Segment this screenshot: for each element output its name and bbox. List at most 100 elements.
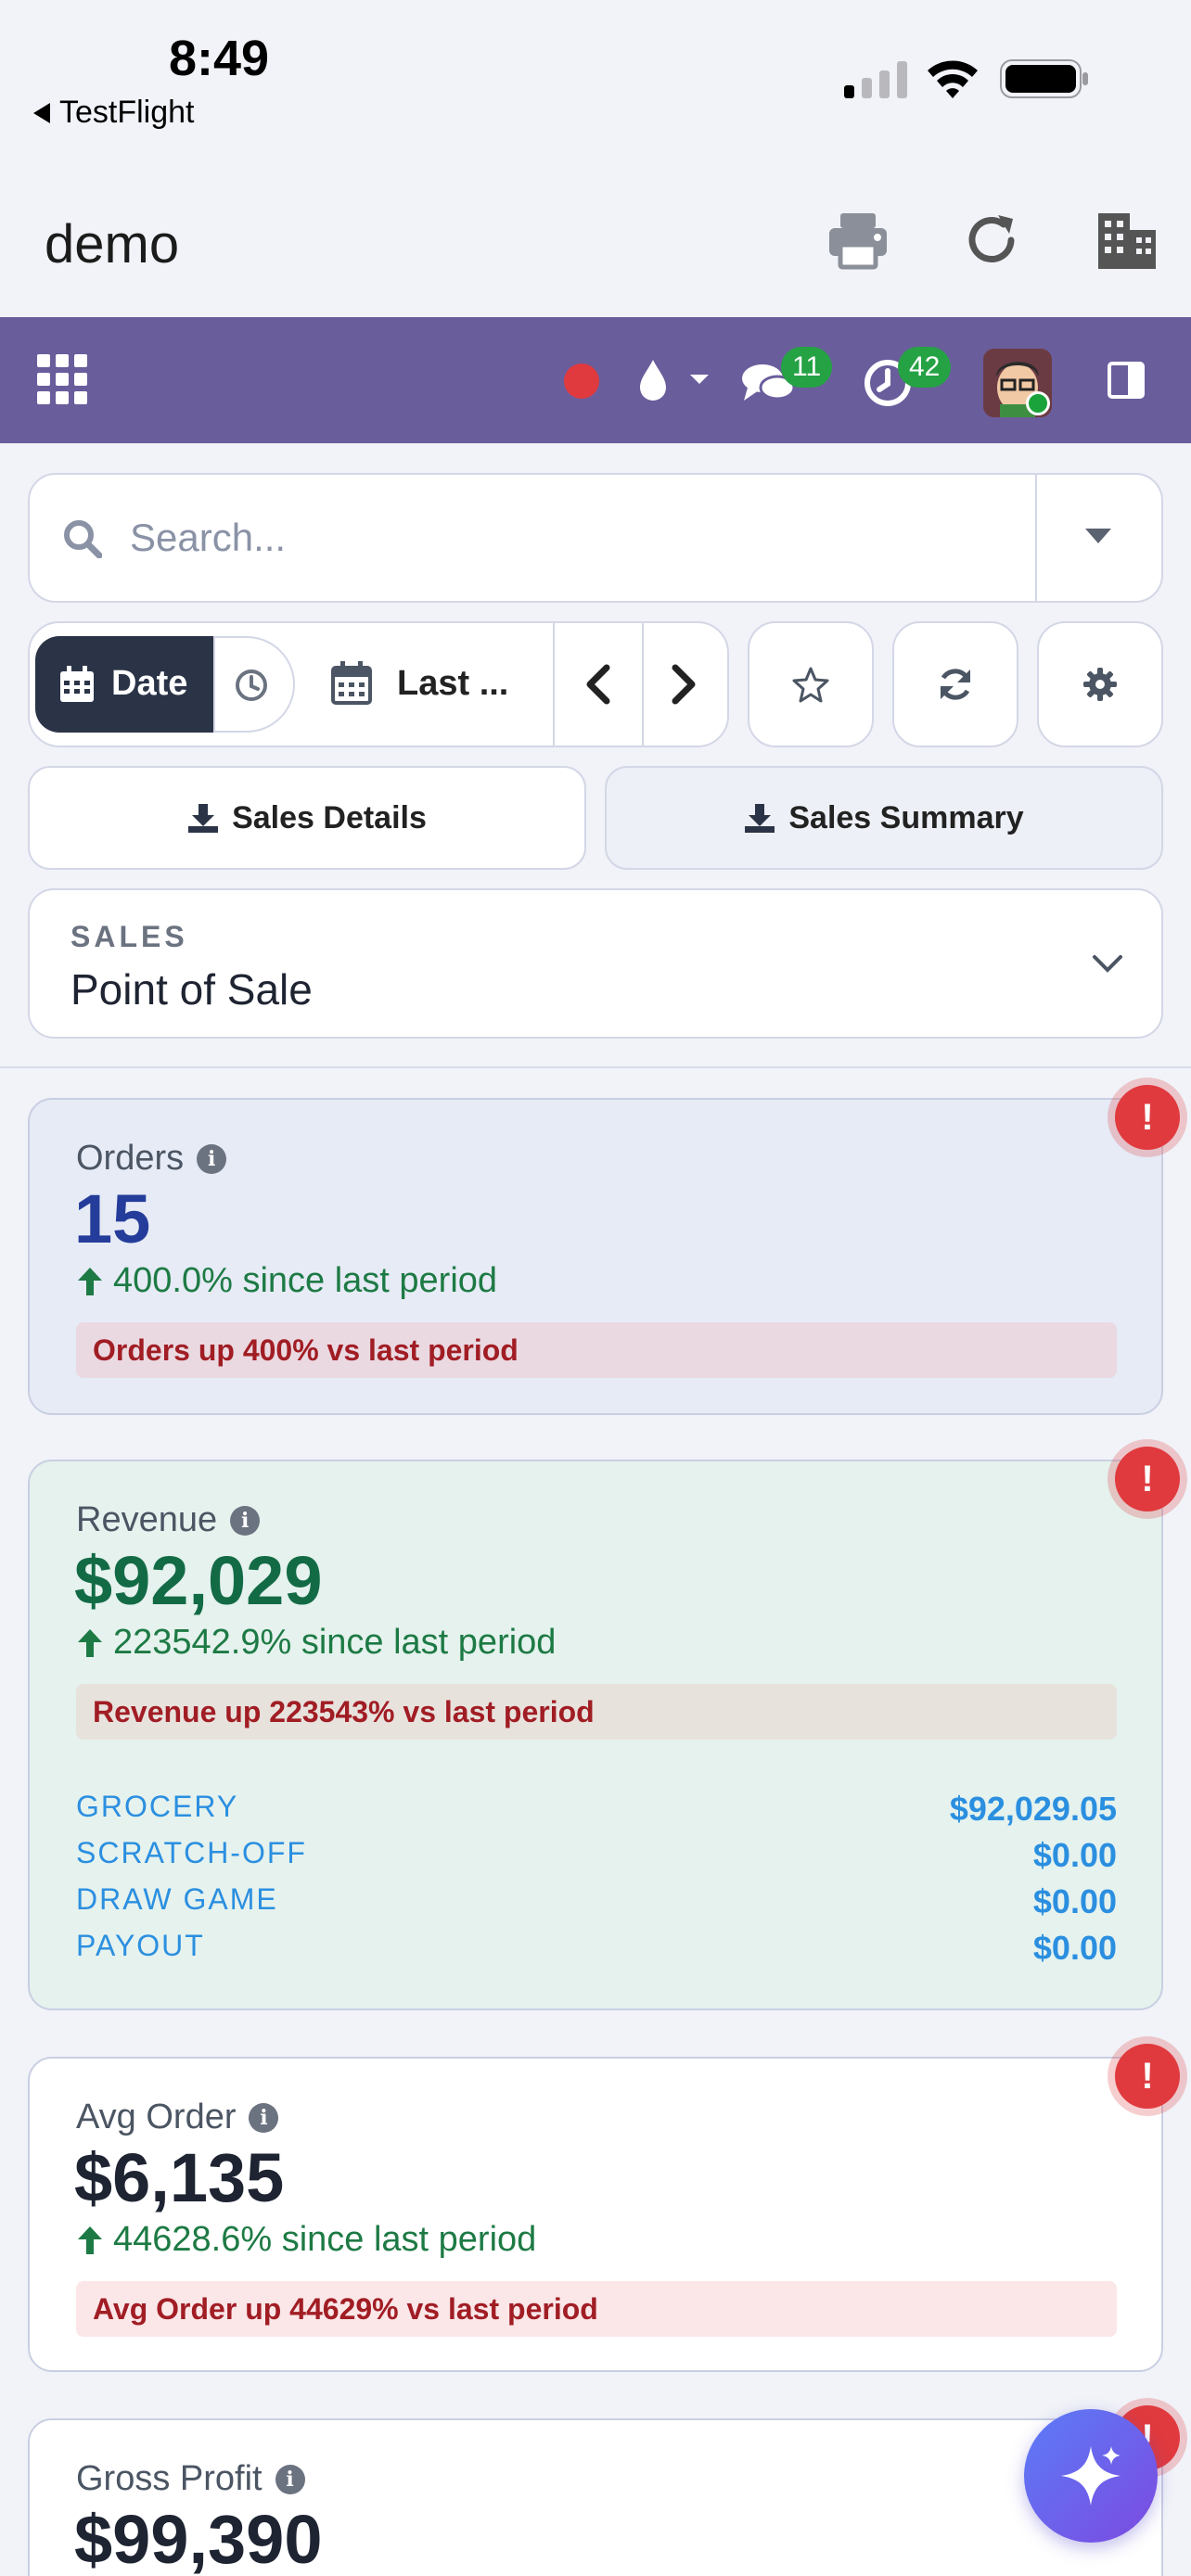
info-icon[interactable]: i xyxy=(275,2464,305,2494)
settings-button[interactable] xyxy=(1037,621,1163,747)
activities-count-badge: 42 xyxy=(898,347,952,388)
previous-period-chevron-icon[interactable] xyxy=(584,664,612,705)
calendar-icon xyxy=(60,666,94,702)
recording-status-dot[interactable] xyxy=(564,363,599,399)
gear-icon xyxy=(1083,668,1117,701)
date-range-dropdown[interactable]: Last ... xyxy=(397,664,508,704)
top-navbar: 11 42 xyxy=(0,317,1191,443)
info-icon[interactable]: i xyxy=(230,1505,261,1536)
sidebar-toggle-icon[interactable] xyxy=(1108,362,1145,399)
orders-title: Orders i xyxy=(76,1139,227,1179)
online-status-dot xyxy=(1026,391,1050,415)
gross-profit-title-text: Gross Profit xyxy=(76,2459,263,2498)
page-title: demo xyxy=(45,214,180,274)
breakdown-value: $0.00 xyxy=(1032,1929,1117,1967)
avg-order-value: $6,135 xyxy=(74,2139,285,2216)
user-avatar[interactable] xyxy=(983,349,1052,417)
ai-assistant-fab[interactable] xyxy=(1024,2409,1158,2543)
app-menu-grid-icon[interactable] xyxy=(37,354,87,404)
breakdown-value: $0.00 xyxy=(1032,1882,1117,1920)
divider xyxy=(642,623,644,746)
date-filter-group: Date Last ... xyxy=(28,621,729,747)
revenue-title-text: Revenue xyxy=(76,1500,218,1539)
orders-alert-icon[interactable]: ! xyxy=(1115,1085,1180,1150)
avg-order-alert-icon[interactable]: ! xyxy=(1115,2044,1180,2109)
reload-icon[interactable] xyxy=(959,208,1024,273)
avg-order-title: Avg Order i xyxy=(76,2098,279,2137)
breakdown-value: $0.00 xyxy=(1032,1836,1117,1874)
revenue-alert-banner: Revenue up 223543% vs last period xyxy=(76,1684,1117,1740)
revenue-change: 223542.9% since last period xyxy=(76,1623,556,1663)
wifi-icon xyxy=(928,60,978,98)
revenue-alert-icon[interactable]: ! xyxy=(1115,1447,1180,1511)
chevron-down-icon xyxy=(1093,955,1122,973)
arrow-up-icon xyxy=(78,1628,102,1657)
app-header: demo xyxy=(0,158,1191,317)
next-period-chevron-icon[interactable] xyxy=(670,664,698,705)
refresh-icon xyxy=(940,669,971,700)
orders-change: 400.0% since last period xyxy=(76,1261,497,1301)
date-filter-label: Date xyxy=(111,664,188,703)
download-icon xyxy=(188,804,219,833)
battery-icon xyxy=(1000,59,1088,98)
time-filter-button[interactable] xyxy=(213,636,295,733)
sales-summary-export-button[interactable]: Sales Summary xyxy=(605,766,1163,870)
gross-profit-value: $99,390 xyxy=(74,2501,323,2576)
point-of-sale-selector[interactable]: SALES Point of Sale xyxy=(28,888,1163,1039)
orders-change-text: 400.0% since last period xyxy=(113,1261,498,1300)
avg-order-change: 44628.6% since last period xyxy=(76,2220,536,2260)
selector-value: Point of Sale xyxy=(70,965,313,1014)
dashboard-content: Search... Date Last ... Sales Details Sa… xyxy=(0,443,1191,2576)
revenue-value: $92,029 xyxy=(74,1542,323,1619)
sales-details-label: Sales Details xyxy=(232,799,427,835)
clock-icon xyxy=(236,670,267,701)
sparkle-icon xyxy=(1061,2446,1121,2506)
back-to-app-link[interactable]: TestFlight xyxy=(33,95,195,131)
status-bar: 8:49 TestFlight xyxy=(0,0,1191,158)
breakdown-label: PAYOUT xyxy=(76,1929,205,1962)
info-icon[interactable]: i xyxy=(249,2102,279,2133)
revenue-breakdown-row: GROCERY $92,029.05 xyxy=(76,1790,1117,1836)
orders-title-text: Orders xyxy=(76,1139,185,1178)
avg-order-alert-banner: Avg Order up 44629% vs last period xyxy=(76,2281,1117,2337)
avg-order-kpi-card[interactable]: ! Avg Order i $6,135 44628.6% since last… xyxy=(28,2044,1180,2372)
arrow-up-icon xyxy=(78,1267,102,1295)
revenue-kpi-card[interactable]: ! Revenue i $92,029 223542.9% since last… xyxy=(28,1447,1180,2010)
search-bar[interactable]: Search... xyxy=(28,473,1163,603)
gross-profit-kpi-card[interactable]: ! Gross Profit i $99,390 xyxy=(28,2405,1180,2576)
search-input[interactable]: Search... xyxy=(130,516,286,560)
info-icon[interactable]: i xyxy=(197,1143,227,1174)
orders-alert-banner: Orders up 400% vs last period xyxy=(76,1322,1117,1378)
refresh-button[interactable] xyxy=(892,621,1018,747)
messages-count-badge: 11 xyxy=(781,347,833,388)
sales-details-export-button[interactable]: Sales Details xyxy=(28,766,586,870)
cellular-signal-icon xyxy=(844,61,907,98)
revenue-breakdown-row: DRAW GAME $0.00 xyxy=(76,1882,1117,1929)
gross-profit-title: Gross Profit i xyxy=(76,2459,305,2499)
revenue-change-text: 223542.9% since last period xyxy=(113,1623,557,1662)
search-icon xyxy=(64,520,102,558)
breakdown-label: GROCERY xyxy=(76,1790,239,1823)
favorites-button[interactable] xyxy=(748,621,874,747)
revenue-breakdown-row: PAYOUT $0.00 xyxy=(76,1929,1117,1975)
avg-order-title-text: Avg Order xyxy=(76,2098,237,2136)
back-app-label: TestFlight xyxy=(59,95,195,130)
date-filter-button[interactable]: Date xyxy=(35,636,215,733)
breakdown-label: SCRATCH-OFF xyxy=(76,1836,307,1869)
calendar-range-icon[interactable] xyxy=(330,660,373,705)
star-icon xyxy=(792,667,829,703)
back-arrow-icon xyxy=(33,102,50,123)
avg-order-change-text: 44628.6% since last period xyxy=(113,2220,537,2259)
water-drop-dropdown-icon[interactable] xyxy=(634,356,709,402)
revenue-title: Revenue i xyxy=(76,1500,261,1540)
print-icon[interactable] xyxy=(826,208,890,273)
revenue-breakdown-row: SCRATCH-OFF $0.00 xyxy=(76,1836,1117,1882)
breakdown-label: DRAW GAME xyxy=(76,1882,278,1916)
status-time: 8:49 xyxy=(169,31,270,86)
orders-kpi-card[interactable]: ! Orders i 15 400.0% since last period O… xyxy=(28,1085,1180,1415)
company-building-icon[interactable] xyxy=(1095,208,1159,273)
search-options-chevron-icon[interactable] xyxy=(1085,529,1111,545)
orders-value: 15 xyxy=(74,1180,151,1257)
section-divider xyxy=(0,1066,1191,1068)
divider xyxy=(553,623,555,746)
